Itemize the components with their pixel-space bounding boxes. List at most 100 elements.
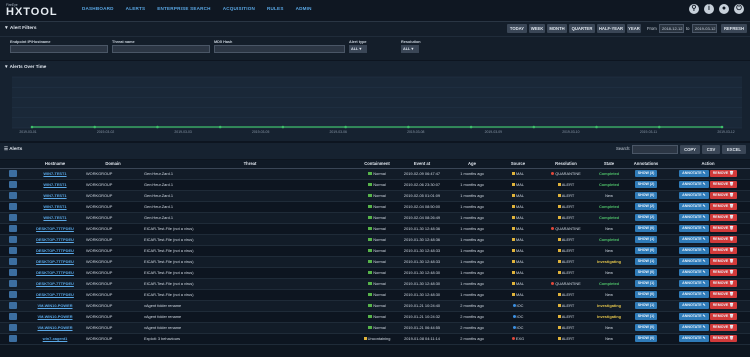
remove-button[interactable]: REMOVE 🗑 <box>709 203 737 210</box>
nav-admin[interactable]: ADMIN <box>296 6 312 11</box>
table-row[interactable]: WIN7-TEST1 WORKGROUP Gen:Heur.Zard.1 Normal… <box>0 190 750 202</box>
column-header[interactable]: Resolution <box>540 160 592 169</box>
data-point[interactable] <box>720 125 724 129</box>
annotate-button[interactable]: ANNOTATE ✎ <box>679 269 709 276</box>
table-row[interactable]: DESKTOP-7TTPDEU WORKGROUP EICAR-Test-File … <box>0 245 750 257</box>
resolution-select[interactable]: ALL ▾ <box>401 45 419 53</box>
alert-type-select[interactable]: ALL ▾ <box>349 45 367 53</box>
row-select-cell[interactable] <box>0 212 26 224</box>
annotate-button[interactable]: ANNOTATE ✎ <box>679 324 709 331</box>
hostname-cell[interactable]: VM-WIN10-POWER <box>26 311 84 323</box>
app-logo[interactable]: FireEye HXTOOL <box>6 3 58 18</box>
column-header[interactable]: Event at <box>396 160 448 169</box>
row-select-cell[interactable] <box>0 245 26 257</box>
table-row[interactable]: DESKTOP-7TTPDEU WORKGROUP EICAR-Test-File … <box>0 234 750 246</box>
row-select-cell[interactable] <box>0 168 26 180</box>
user-icon[interactable]: ● <box>719 4 729 14</box>
data-point[interactable] <box>532 125 536 129</box>
range-today-button[interactable]: TODAY <box>507 24 527 33</box>
table-row[interactable]: WIN7-TEST1 WORKGROUP Gen:Heur.Zard.1 Normal… <box>0 168 750 180</box>
column-header[interactable]: Age <box>448 160 496 169</box>
row-checkbox[interactable] <box>9 192 17 199</box>
show-annotations-button[interactable]: SHOW (2) <box>634 203 658 210</box>
hostname-cell[interactable]: WIN7-TEST1 <box>26 168 84 180</box>
remove-button[interactable]: REMOVE 🗑 <box>709 214 737 221</box>
data-point[interactable] <box>407 125 410 129</box>
row-checkbox[interactable] <box>9 313 17 320</box>
remove-button[interactable]: REMOVE 🗑 <box>709 192 737 199</box>
row-select-cell[interactable] <box>0 201 26 213</box>
info-icon[interactable]: i <box>704 4 714 14</box>
show-annotations-button[interactable]: SHOW (0) <box>634 247 658 254</box>
table-row[interactable]: WIN7-TEST1 WORKGROUP Gen:Heur.Zard.1 Normal… <box>0 179 750 191</box>
remove-button[interactable]: REMOVE 🗑 <box>709 324 737 331</box>
range-year-button[interactable]: YEAR <box>627 24 641 33</box>
show-annotations-button[interactable]: SHOW (1) <box>634 280 658 287</box>
column-header[interactable]: Annotations <box>626 160 666 169</box>
row-select-cell[interactable] <box>0 289 26 301</box>
nav-acquisition[interactable]: ACQUISITION <box>223 6 255 11</box>
hostname-cell[interactable]: DESKTOP-7TTPDEU <box>26 223 84 235</box>
remove-button[interactable]: REMOVE 🗑 <box>709 225 737 232</box>
show-annotations-button[interactable]: SHOW (2) <box>634 181 658 188</box>
hostname-cell[interactable]: WIN7-TEST1 <box>26 212 84 224</box>
annotate-button[interactable]: ANNOTATE ✎ <box>679 335 709 342</box>
row-checkbox[interactable] <box>9 335 17 342</box>
table-row[interactable]: win7-xagent1 WORKGROUP Exploit: 3 behaviou… <box>0 333 750 345</box>
row-select-cell[interactable] <box>0 322 26 334</box>
remove-button[interactable]: REMOVE 🗑 <box>709 280 737 287</box>
nav-dashboard[interactable]: DASHBOARD <box>82 6 114 11</box>
row-select-cell[interactable] <box>0 278 26 290</box>
table-row[interactable]: WIN7-TEST1 WORKGROUP Gen:Heur.Zard.1 Normal… <box>0 212 750 224</box>
md5-input[interactable] <box>214 45 345 53</box>
data-point[interactable] <box>281 125 285 129</box>
row-select-cell[interactable] <box>0 311 26 323</box>
range-quarter-button[interactable]: QUARTER <box>569 24 595 33</box>
hostname-cell[interactable]: win7-xagent1 <box>26 333 84 345</box>
row-select-cell[interactable] <box>0 179 26 191</box>
range-half-year-button[interactable]: HALF-YEAR <box>597 24 625 33</box>
show-annotations-button[interactable]: SHOW (0) <box>634 192 658 199</box>
data-point[interactable] <box>93 125 97 129</box>
show-annotations-button[interactable]: SHOW (1) <box>634 302 658 309</box>
column-header[interactable]: Source <box>496 160 540 169</box>
select-column-header[interactable] <box>0 160 26 169</box>
hostname-cell[interactable]: DESKTOP-7TTPDEU <box>26 289 84 301</box>
row-checkbox[interactable] <box>9 269 17 276</box>
column-header[interactable]: Hostname <box>26 160 84 169</box>
remove-button[interactable]: REMOVE 🗑 <box>709 269 737 276</box>
data-point[interactable] <box>218 125 222 129</box>
row-checkbox[interactable] <box>9 181 17 188</box>
show-annotations-button[interactable]: SHOW (3) <box>634 170 658 177</box>
copy-button[interactable]: COPY <box>680 145 700 154</box>
nav-enterprise-search[interactable]: ENTERPRISE SEARCH <box>157 6 210 11</box>
remove-button[interactable]: REMOVE 🗑 <box>709 313 737 320</box>
row-select-cell[interactable] <box>0 256 26 268</box>
show-annotations-button[interactable]: SHOW (0) <box>634 225 658 232</box>
remove-button[interactable]: REMOVE 🗑 <box>709 247 737 254</box>
annotate-button[interactable]: ANNOTATE ✎ <box>679 214 709 221</box>
remove-button[interactable]: REMOVE 🗑 <box>709 335 737 342</box>
table-row[interactable]: VM-WIN10-POWER WORKGROUP xAgent folder ren… <box>0 311 750 323</box>
show-annotations-button[interactable]: SHOW (2) <box>634 214 658 221</box>
row-checkbox[interactable] <box>9 291 17 298</box>
column-header[interactable]: Threat <box>142 160 358 169</box>
remove-button[interactable]: REMOVE 🗑 <box>709 302 737 309</box>
row-checkbox[interactable] <box>9 302 17 309</box>
threat-input[interactable] <box>112 45 210 53</box>
refresh-button[interactable]: REFRESH <box>721 24 747 33</box>
annotate-button[interactable]: ANNOTATE ✎ <box>679 170 709 177</box>
annotate-button[interactable]: ANNOTATE ✎ <box>679 225 709 232</box>
data-point[interactable] <box>30 125 34 129</box>
data-point[interactable] <box>469 125 473 129</box>
data-point[interactable] <box>657 125 661 129</box>
row-select-cell[interactable] <box>0 300 26 312</box>
excel-button[interactable]: EXCEL <box>722 145 746 154</box>
data-point[interactable] <box>156 125 159 129</box>
remove-button[interactable]: REMOVE 🗑 <box>709 181 737 188</box>
row-select-cell[interactable] <box>0 267 26 279</box>
row-checkbox[interactable] <box>9 214 17 221</box>
hostname-cell[interactable]: DESKTOP-7TTPDEU <box>26 278 84 290</box>
hostname-cell[interactable]: DESKTOP-7TTPDEU <box>26 256 84 268</box>
annotate-button[interactable]: ANNOTATE ✎ <box>679 291 709 298</box>
